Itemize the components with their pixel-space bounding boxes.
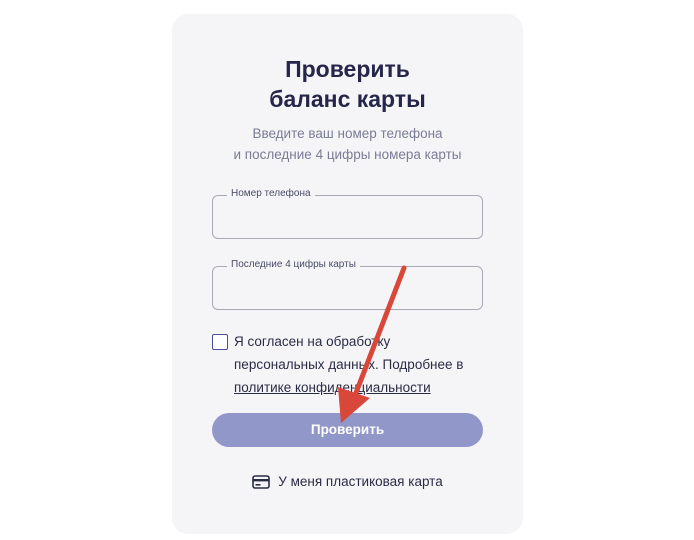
credit-card-icon (252, 474, 271, 489)
consent-text: Я согласен на обработку персональных дан… (234, 330, 474, 399)
form-subtitle: Введите ваш номер телефона и последние 4… (172, 123, 523, 165)
subtitle-line-2: и последние 4 цифры номера карты (233, 147, 462, 162)
plastic-card-link[interactable]: У меня пластиковая карта (172, 474, 523, 489)
check-button[interactable]: Проверить (212, 413, 483, 447)
title-line-2: баланс карты (269, 86, 426, 112)
consent-checkbox[interactable] (212, 334, 228, 350)
phone-field: Номер телефона (212, 187, 483, 239)
title-line-1: Проверить (285, 56, 410, 82)
subtitle-line-1: Введите ваш номер телефона (252, 126, 443, 141)
balance-check-card: Проверить баланс карты Введите ваш номер… (172, 14, 523, 534)
privacy-policy-link[interactable]: политике конфиденциальности (234, 380, 431, 395)
card-digits-input[interactable] (213, 267, 482, 309)
card-digits-field: Последние 4 цифры карты (212, 258, 483, 310)
page-title: Проверить баланс карты (172, 54, 523, 114)
plastic-card-label: У меня пластиковая карта (278, 474, 443, 489)
consent-label: Я согласен на обработку персональных дан… (234, 334, 464, 372)
phone-input[interactable] (213, 196, 482, 238)
